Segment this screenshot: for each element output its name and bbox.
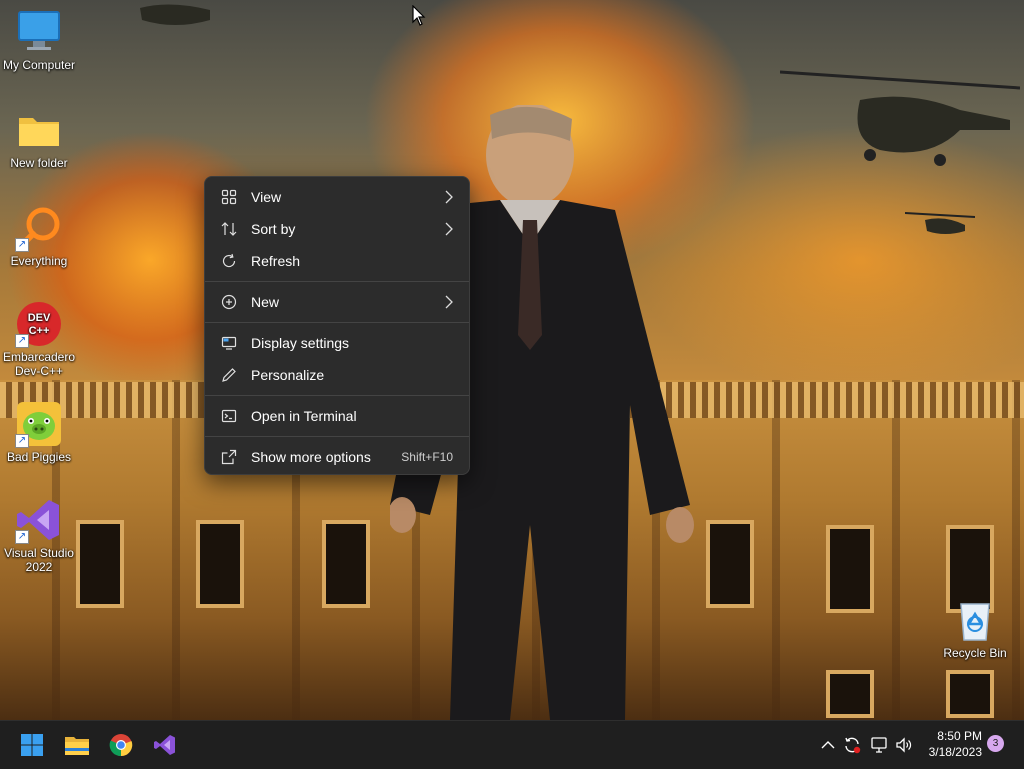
menu-item-label: New xyxy=(251,294,280,310)
menu-item-personalize[interactable]: Personalize xyxy=(209,359,465,391)
taskbar-chrome[interactable] xyxy=(103,727,139,763)
menu-item-label: Refresh xyxy=(251,253,301,269)
taskbar-file-explorer[interactable] xyxy=(59,727,95,763)
wallpaper-helicopter xyxy=(780,70,1020,166)
menu-item-sort-by[interactable]: Sort by xyxy=(209,213,465,245)
desktop-icon-bad-piggies[interactable]: ↗ Bad Piggies xyxy=(0,400,78,464)
clock-time: 8:50 PM xyxy=(937,729,982,743)
menu-item-show-more-options[interactable]: Show more options Shift+F10 xyxy=(209,441,465,473)
pig-icon: ↗ xyxy=(15,400,63,448)
windows-start-icon xyxy=(21,734,43,756)
chevron-right-icon xyxy=(445,190,453,207)
wallpaper-helicopter xyxy=(140,4,210,25)
magnifier-icon: ↗ xyxy=(15,204,63,252)
menu-item-open-in-terminal[interactable]: Open in Terminal xyxy=(209,400,465,432)
chevron-up-icon xyxy=(821,741,835,749)
taskbar-visual-studio[interactable] xyxy=(147,727,183,763)
visual-studio-icon: ↗ xyxy=(15,496,63,544)
menu-item-display-settings[interactable]: Display settings xyxy=(209,327,465,359)
menu-item-label: Sort by xyxy=(251,221,296,237)
sort-icon xyxy=(220,220,238,238)
grid-icon xyxy=(220,188,238,206)
desktop-icon-label: Recycle Bin xyxy=(943,646,1007,660)
menu-item-refresh[interactable]: Refresh xyxy=(209,245,465,277)
chevron-right-icon xyxy=(445,295,453,312)
devcpp-badge-text: C++ xyxy=(29,325,50,337)
plus-circle-icon xyxy=(220,293,238,311)
desktop-icon-visual-studio[interactable]: ↗ Visual Studio 2022 xyxy=(0,496,78,574)
menu-item-accelerator: Shift+F10 xyxy=(401,450,453,464)
menu-item-view[interactable]: View xyxy=(209,181,465,213)
menu-separator xyxy=(205,322,469,323)
wallpaper-window xyxy=(826,525,874,613)
visual-studio-icon xyxy=(154,735,175,755)
shortcut-arrow-icon: ↗ xyxy=(15,530,29,544)
speaker-icon xyxy=(896,737,912,753)
desktop-icon-label: My Computer xyxy=(2,58,76,72)
wallpaper-window xyxy=(196,520,244,608)
wallpaper-window xyxy=(946,670,994,718)
devcpp-badge-text: DEV xyxy=(28,312,51,324)
folder-icon xyxy=(15,106,63,154)
clock-date: 3/18/2023 xyxy=(928,745,982,759)
desktop-icon-label: Embarcadero Dev-C++ xyxy=(2,350,76,378)
start-button[interactable] xyxy=(14,727,50,763)
terminal-icon xyxy=(220,407,238,425)
taskbar-clock[interactable]: 8:50 PM 3/18/2023 xyxy=(918,728,982,760)
shortcut-arrow-icon: ↗ xyxy=(15,238,29,252)
network-icon xyxy=(871,737,887,753)
wallpaper-window xyxy=(826,670,874,718)
desktop-icon-label: Visual Studio 2022 xyxy=(4,546,74,574)
share-icon xyxy=(220,448,238,466)
menu-separator xyxy=(205,436,469,437)
desktop-icon-label: Everything xyxy=(10,254,68,268)
menu-item-label: Personalize xyxy=(251,367,325,383)
shortcut-arrow-icon: ↗ xyxy=(15,434,29,448)
recycle-bin-icon xyxy=(951,596,999,644)
chevron-right-icon xyxy=(445,222,453,239)
menu-separator xyxy=(205,395,469,396)
menu-item-label: Display settings xyxy=(251,335,350,351)
desktop-icon-my-computer[interactable]: My Computer xyxy=(0,8,78,72)
menu-item-label: Open in Terminal xyxy=(251,408,357,424)
shortcut-arrow-icon: ↗ xyxy=(15,334,29,348)
wallpaper-window xyxy=(706,520,754,608)
menu-item-label: View xyxy=(251,189,282,205)
wallpaper-window xyxy=(76,520,124,608)
menu-item-new[interactable]: New xyxy=(209,286,465,318)
sync-icon xyxy=(845,737,861,754)
desktop-icon-everything[interactable]: ↗ Everything xyxy=(0,204,78,268)
desktop-icon-label: New folder xyxy=(10,156,68,170)
refresh-icon xyxy=(220,252,238,270)
wallpaper-helicopter xyxy=(905,212,975,234)
menu-separator xyxy=(205,281,469,282)
taskbar: 8:50 PM 3/18/2023 xyxy=(0,720,1024,769)
monitor-icon xyxy=(15,8,63,56)
wallpaper-window xyxy=(322,520,370,608)
desktop-icon-label: Bad Piggies xyxy=(6,450,72,464)
notification-count-badge[interactable]: 3 xyxy=(987,735,1004,752)
tray-network-button[interactable] xyxy=(869,735,889,755)
tray-volume-button[interactable] xyxy=(894,735,914,755)
desktop-icon-recycle-bin[interactable]: Recycle Bin xyxy=(936,596,1014,660)
desktop-icon-new-folder[interactable]: New folder xyxy=(0,106,78,170)
desktop-wallpaper xyxy=(0,0,1024,720)
tray-sync-button[interactable] xyxy=(842,735,862,755)
desktop-context-menu: View Sort by Refresh New Display setting… xyxy=(204,176,470,475)
file-explorer-icon xyxy=(65,737,89,755)
pen-icon xyxy=(220,366,238,384)
display-icon xyxy=(220,334,238,352)
chrome-icon xyxy=(109,734,133,757)
devcpp-icon: DEV C++ ↗ xyxy=(15,300,63,348)
mouse-cursor-icon xyxy=(412,5,426,26)
desktop-icon-dev-cpp[interactable]: DEV C++ ↗ Embarcadero Dev-C++ xyxy=(0,300,78,378)
show-hidden-icons-button[interactable] xyxy=(818,735,838,755)
